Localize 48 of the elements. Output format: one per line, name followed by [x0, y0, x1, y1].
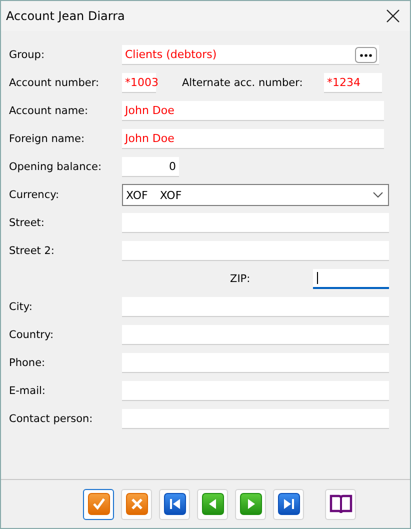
zip-field[interactable] — [313, 269, 389, 289]
field-label: Phone: — [9, 357, 46, 369]
close-icon[interactable] — [386, 9, 400, 23]
input-field[interactable] — [122, 325, 389, 345]
arrow-right-icon — [240, 493, 262, 515]
field-label: Alternate acc. number: — [182, 77, 304, 89]
field-label: Account number: — [9, 77, 100, 89]
first-record-button[interactable] — [159, 488, 190, 520]
input-field[interactable]: *1234 — [324, 73, 382, 93]
more-button[interactable] — [355, 46, 377, 62]
field-label: Foreign name: — [9, 133, 86, 145]
field-label: Street 2: — [9, 245, 56, 257]
field-label: Contact person: — [9, 413, 94, 425]
confirm-button[interactable] — [83, 488, 114, 520]
input-field[interactable]: John Doe — [122, 129, 384, 149]
book-icon — [328, 493, 352, 515]
input-field[interactable] — [122, 297, 389, 317]
field-label: E-mail: — [9, 385, 46, 397]
input-field[interactable] — [122, 241, 389, 261]
next-record-button[interactable] — [235, 488, 266, 520]
field-label: Opening balance: — [9, 161, 102, 173]
input-field[interactable] — [122, 353, 389, 373]
chevron-down-icon — [373, 192, 383, 198]
input-field[interactable]: John Doe — [122, 101, 384, 121]
input-field[interactable]: *1003 — [122, 73, 156, 93]
help-button[interactable] — [325, 488, 356, 520]
field-label: Street: — [9, 217, 46, 229]
close-icon — [126, 493, 148, 515]
field-label: Country: — [9, 329, 54, 341]
input-field[interactable] — [122, 409, 389, 429]
skip-back-icon — [164, 493, 186, 515]
input-field[interactable] — [122, 381, 389, 401]
currency-dropdown[interactable]: XOF XOF — [122, 184, 389, 206]
field-label: Group: — [9, 49, 46, 61]
input-field[interactable] — [122, 213, 389, 233]
last-record-button[interactable] — [273, 488, 304, 520]
cancel-button[interactable] — [121, 488, 152, 520]
field-label: Account name: — [9, 105, 90, 117]
field-label: Currency: — [9, 189, 60, 201]
skip-forward-icon — [278, 493, 300, 515]
previous-record-button[interactable] — [197, 488, 228, 520]
field-label: City: — [9, 301, 34, 313]
input-field[interactable]: 0 — [122, 157, 179, 177]
input-field[interactable]: Clients (debtors) — [122, 45, 379, 65]
field-label: ZIP: — [230, 273, 252, 285]
checkmark-icon — [88, 493, 110, 515]
arrow-left-icon — [202, 493, 224, 515]
window-title: Account Jean Diarra — [6, 9, 125, 23]
